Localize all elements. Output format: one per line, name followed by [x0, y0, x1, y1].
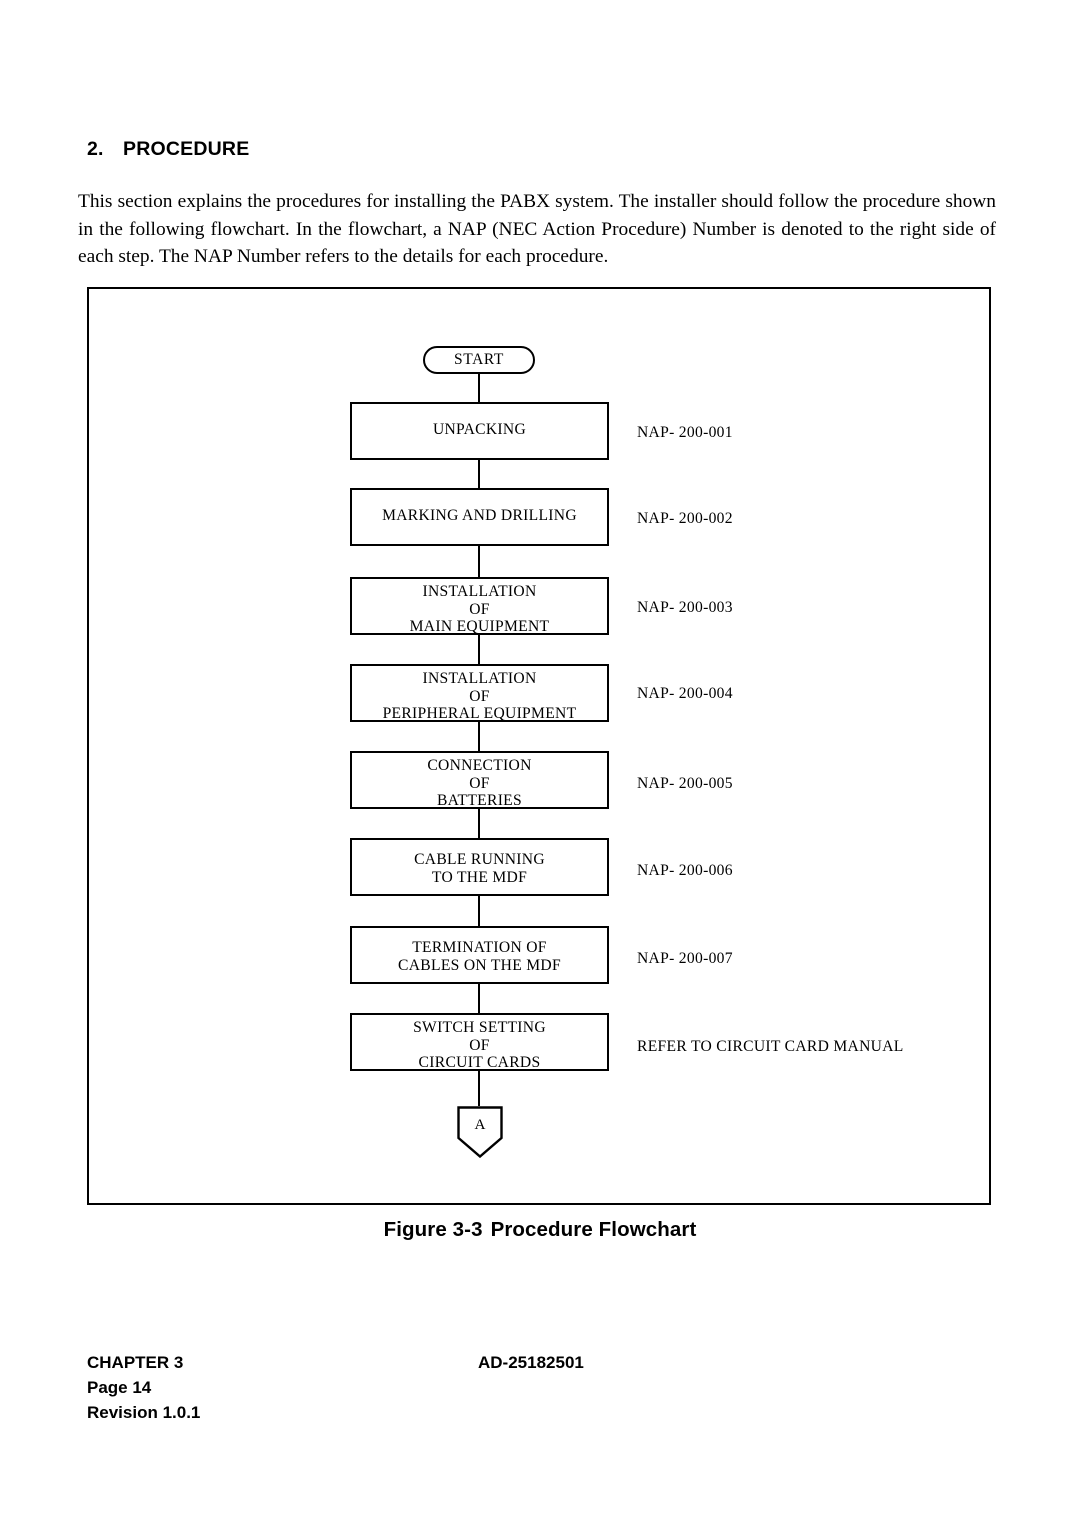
- connector-line-step2-to-step3: [478, 546, 480, 577]
- figure-caption: Figure 3-3 Procedure Flowchart: [0, 1218, 1080, 1242]
- connector-line-step3-to-step4: [478, 635, 480, 664]
- flow-note-step-6: NAP- 200-006: [637, 862, 733, 879]
- flow-node-step-6-label: CABLE RUNNING TO THE MDF: [414, 851, 545, 886]
- connector-line-step1-to-step2: [478, 460, 480, 488]
- flow-note-step-2: NAP- 200-002: [637, 510, 733, 527]
- connector-line-step8-to-offpage: [478, 1071, 480, 1106]
- page-title: 2. PROCEDURE: [87, 138, 249, 161]
- flow-note-step-7: NAP- 200-007: [637, 950, 733, 967]
- flow-node-step-8: SWITCH SETTING OF CIRCUIT CARDS: [350, 1013, 609, 1071]
- flow-node-offpage-connector: A: [457, 1106, 503, 1158]
- flow-node-step-2: MARKING AND DRILLING: [350, 488, 609, 546]
- footer-left-block: CHAPTER 3 Page 14 Revision 1.0.1: [87, 1350, 200, 1425]
- flow-node-step-1-label: UNPACKING: [432, 421, 527, 438]
- flow-node-step-5-label: CONNECTION OF BATTERIES: [427, 757, 532, 810]
- flow-note-step-4: NAP- 200-004: [637, 685, 733, 702]
- connector-line-step4-to-step5: [478, 722, 480, 751]
- footer-revision: Revision 1.0.1: [87, 1403, 201, 1422]
- page-footer: CHAPTER 3 Page 14 Revision 1.0.1 AD-2518…: [0, 1350, 1080, 1440]
- flow-node-step-7: TERMINATION OF CABLES ON THE MDF: [350, 926, 609, 984]
- section-title: PROCEDURE: [123, 138, 250, 160]
- footer-chapter: CHAPTER 3: [87, 1353, 184, 1372]
- connector-line-step7-to-step8: [478, 984, 480, 1013]
- flow-node-start: START: [423, 346, 535, 374]
- flow-node-step-3-label: INSTALLATION OF MAIN EQUIPMENT: [409, 583, 550, 636]
- flow-note-step-3: NAP- 200-003: [637, 599, 733, 616]
- connector-line-start-to-step1: [478, 374, 480, 402]
- footer-document-number: AD-25182501: [478, 1353, 584, 1372]
- footer-page-number: Page 14: [87, 1378, 152, 1397]
- connector-line-step6-to-step7: [478, 896, 480, 926]
- flow-node-step-2-label: MARKING AND DRILLING: [382, 507, 577, 524]
- flow-node-offpage-connector-label: A: [474, 1116, 486, 1133]
- figure-caption-number: Figure 3-3: [383, 1218, 483, 1241]
- flow-node-step-6: CABLE RUNNING TO THE MDF: [350, 838, 609, 896]
- flow-node-step-5: CONNECTION OF BATTERIES: [350, 751, 609, 809]
- flow-node-step-7-label: TERMINATION OF CABLES ON THE MDF: [398, 939, 561, 974]
- flow-node-step-4-label: INSTALLATION OF PERIPHERAL EQUIPMENT: [382, 670, 577, 723]
- flow-node-step-4: INSTALLATION OF PERIPHERAL EQUIPMENT: [350, 664, 609, 722]
- connector-line-step5-to-step6: [478, 809, 480, 838]
- flow-node-start-label: START: [454, 351, 504, 368]
- figure-caption-title: Procedure Flowchart: [490, 1218, 697, 1241]
- flowchart: START UNPACKING NAP- 200-001 MARKING AND…: [89, 289, 989, 1203]
- footer-center-block: AD-25182501: [478, 1350, 584, 1375]
- flow-note-step-1: NAP- 200-001: [637, 424, 733, 441]
- flow-note-step-8: REFER TO CIRCUIT CARD MANUAL: [637, 1038, 904, 1055]
- flow-node-step-3: INSTALLATION OF MAIN EQUIPMENT: [350, 577, 609, 635]
- flow-note-step-5: NAP- 200-005: [637, 775, 733, 792]
- flow-node-step-8-label: SWITCH SETTING OF CIRCUIT CARDS: [413, 1019, 546, 1072]
- flow-node-step-1: UNPACKING: [350, 402, 609, 460]
- section-body-text: This section explains the procedures for…: [78, 191, 996, 267]
- figure-frame: START UNPACKING NAP- 200-001 MARKING AND…: [87, 287, 991, 1205]
- section-number: 2.: [87, 138, 104, 160]
